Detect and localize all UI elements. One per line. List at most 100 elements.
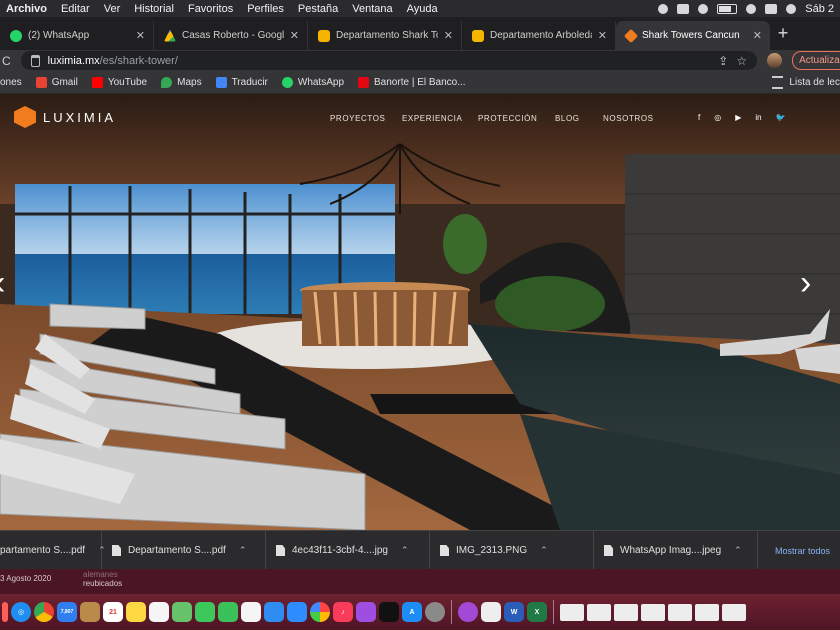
bookmark-banorte[interactable]: Banorte | El Banco... xyxy=(358,76,466,88)
bookmark-youtube[interactable]: YouTube xyxy=(91,76,147,88)
apple-tv-icon[interactable] xyxy=(379,602,399,622)
control-center-icon[interactable] xyxy=(765,3,778,14)
reload-icon[interactable]: C xyxy=(2,54,11,68)
safari-icon[interactable]: ◎ xyxy=(11,602,31,622)
calendar-icon[interactable]: 21 xyxy=(103,602,123,622)
reading-list[interactable]: Lista de lec xyxy=(772,75,840,89)
siri-icon[interactable] xyxy=(786,3,797,14)
carousel-prev-icon[interactable]: ‹ xyxy=(0,266,5,300)
instagram-icon[interactable]: ◎ xyxy=(714,113,721,122)
twitter-icon[interactable]: 🐦 xyxy=(776,113,786,122)
excel-icon[interactable]: X xyxy=(527,602,547,622)
site-navigation: PROYECTOS EXPERIENCIA PROTECCIÓN BLOG NO… xyxy=(330,114,654,123)
close-icon[interactable]: ✕ xyxy=(598,29,607,42)
minimized-window-thumbnail[interactable] xyxy=(695,603,719,621)
menu-perfiles[interactable]: Perfiles xyxy=(241,3,292,15)
profile-avatar[interactable] xyxy=(767,53,783,68)
address-bar[interactable]: luximia.mx/es/shark-tower/ ⇪ ☆ xyxy=(20,51,758,70)
battery-icon[interactable] xyxy=(717,3,738,14)
system-preferences-icon[interactable] xyxy=(425,602,445,622)
word-icon[interactable]: W xyxy=(504,602,524,622)
music-icon[interactable]: ♪ xyxy=(333,602,353,622)
update-button[interactable]: Actualizar xyxy=(792,51,840,70)
preview-icon[interactable] xyxy=(481,602,501,622)
potion-app-icon[interactable] xyxy=(458,602,478,622)
tab-shark-towers[interactable]: Shark Towers Cancun ✕ xyxy=(616,21,770,50)
chrome-icon[interactable] xyxy=(34,602,54,622)
menu-pestana[interactable]: Pestaña xyxy=(292,3,346,15)
chevron-up-icon[interactable]: ⌃ xyxy=(734,545,742,556)
minimized-window-thumbnail[interactable] xyxy=(641,603,665,621)
minimized-window-thumbnail[interactable] xyxy=(560,603,584,621)
minimized-window-thumbnail[interactable] xyxy=(587,603,611,621)
translate-icon xyxy=(215,76,227,88)
app-store-icon[interactable]: A xyxy=(402,602,422,622)
linkedin-icon[interactable]: in xyxy=(755,113,761,122)
lock-icon[interactable] xyxy=(30,54,40,67)
close-icon[interactable]: ✕ xyxy=(753,29,762,42)
minimized-window-thumbnail[interactable] xyxy=(668,603,692,621)
chevron-up-icon[interactable]: ⌃ xyxy=(540,545,548,556)
chevron-up-icon[interactable]: ⌃ xyxy=(239,545,247,556)
facebook-icon[interactable]: f xyxy=(698,113,700,122)
nav-nosotros[interactable]: NOSOTROS xyxy=(603,114,654,123)
partial-app-icon[interactable] xyxy=(2,602,8,622)
chevron-up-icon[interactable]: ⌃ xyxy=(401,545,409,556)
luximia-logo[interactable]: LUXIMIA xyxy=(14,106,116,128)
tab-departamento-shark[interactable]: Departamento Shark Tower ✕ xyxy=(308,21,462,50)
download-item[interactable]: 4ec43f11-3cbf-4....jpg ⌃ xyxy=(266,531,430,570)
contacts-icon[interactable] xyxy=(80,602,100,622)
bookmark-star-icon[interactable]: ☆ xyxy=(736,54,747,68)
bookmark-maps[interactable]: Maps xyxy=(161,76,202,88)
menu-ver[interactable]: Ver xyxy=(98,3,129,15)
download-item[interactable]: Departamento S....pdf ⌃ xyxy=(102,531,266,570)
tab-departamento-arboleda[interactable]: Departamento Arboleda - P ✕ xyxy=(462,21,616,50)
download-item[interactable]: WhatsApp Imag....jpeg ⌃ xyxy=(594,531,758,570)
bookmark-whatsapp[interactable]: WhatsApp xyxy=(281,76,344,88)
close-icon[interactable]: ✕ xyxy=(444,29,453,42)
bluetooth-icon[interactable] xyxy=(698,3,709,14)
new-tab-button[interactable]: + xyxy=(770,23,796,44)
notes-icon[interactable] xyxy=(126,602,146,622)
bookmark-apps[interactable]: ones xyxy=(0,77,22,88)
minimized-window-thumbnail[interactable] xyxy=(614,603,638,621)
wifi-icon[interactable] xyxy=(746,3,757,14)
tab-whatsapp[interactable]: (2) WhatsApp ✕ xyxy=(0,21,154,50)
keynote-icon[interactable] xyxy=(264,602,284,622)
tab-google-drive[interactable]: Casas Roberto - Google Dri ✕ xyxy=(154,21,308,50)
status-app-icon[interactable] xyxy=(658,3,669,14)
photos-icon[interactable] xyxy=(310,602,330,622)
podcasts-icon[interactable] xyxy=(356,602,376,622)
download-item[interactable]: IMG_2313.PNG ⌃ xyxy=(430,531,594,570)
minimized-window-thumbnail[interactable] xyxy=(722,603,746,621)
bookmark-traducir[interactable]: Traducir xyxy=(215,76,268,88)
menu-favoritos[interactable]: Favoritos xyxy=(182,3,241,15)
menu-ayuda[interactable]: Ayuda xyxy=(401,3,446,15)
facetime-icon[interactable] xyxy=(218,602,238,622)
show-all-downloads-button[interactable]: Mostrar todos xyxy=(765,546,840,556)
youtube-icon[interactable]: ▶ xyxy=(735,113,741,122)
nav-proteccion[interactable]: PROTECCIÓN xyxy=(478,114,555,123)
luximia-logo-icon xyxy=(14,106,36,128)
nav-experiencia[interactable]: EXPERIENCIA xyxy=(402,114,478,123)
numbers-icon[interactable] xyxy=(241,602,261,622)
carousel-next-icon[interactable]: › xyxy=(800,266,811,300)
menu-archivo[interactable]: Archivo xyxy=(0,3,55,15)
bookmark-gmail[interactable]: Gmail xyxy=(35,76,78,88)
close-icon[interactable]: ✕ xyxy=(290,29,299,42)
mail-icon[interactable]: 7,807 xyxy=(57,602,77,622)
close-icon[interactable]: ✕ xyxy=(136,29,145,42)
share-icon[interactable]: ⇪ xyxy=(718,54,728,68)
nav-blog[interactable]: BLOG xyxy=(555,114,603,123)
menu-ventana[interactable]: Ventana xyxy=(346,3,400,15)
download-item[interactable]: partamento S....pdf ⌃ xyxy=(0,531,106,570)
screen-icon[interactable] xyxy=(677,3,690,14)
messages-icon[interactable] xyxy=(195,602,215,622)
nav-proyectos[interactable]: PROYECTOS xyxy=(330,114,402,123)
reminders-icon[interactable] xyxy=(149,602,169,622)
maps-icon[interactable] xyxy=(172,602,192,622)
zoom-icon[interactable] xyxy=(287,602,307,622)
menu-editar[interactable]: Editar xyxy=(55,3,98,15)
menu-historial[interactable]: Historial xyxy=(128,3,182,15)
menubar-clock[interactable]: Sáb 2 xyxy=(805,3,834,15)
